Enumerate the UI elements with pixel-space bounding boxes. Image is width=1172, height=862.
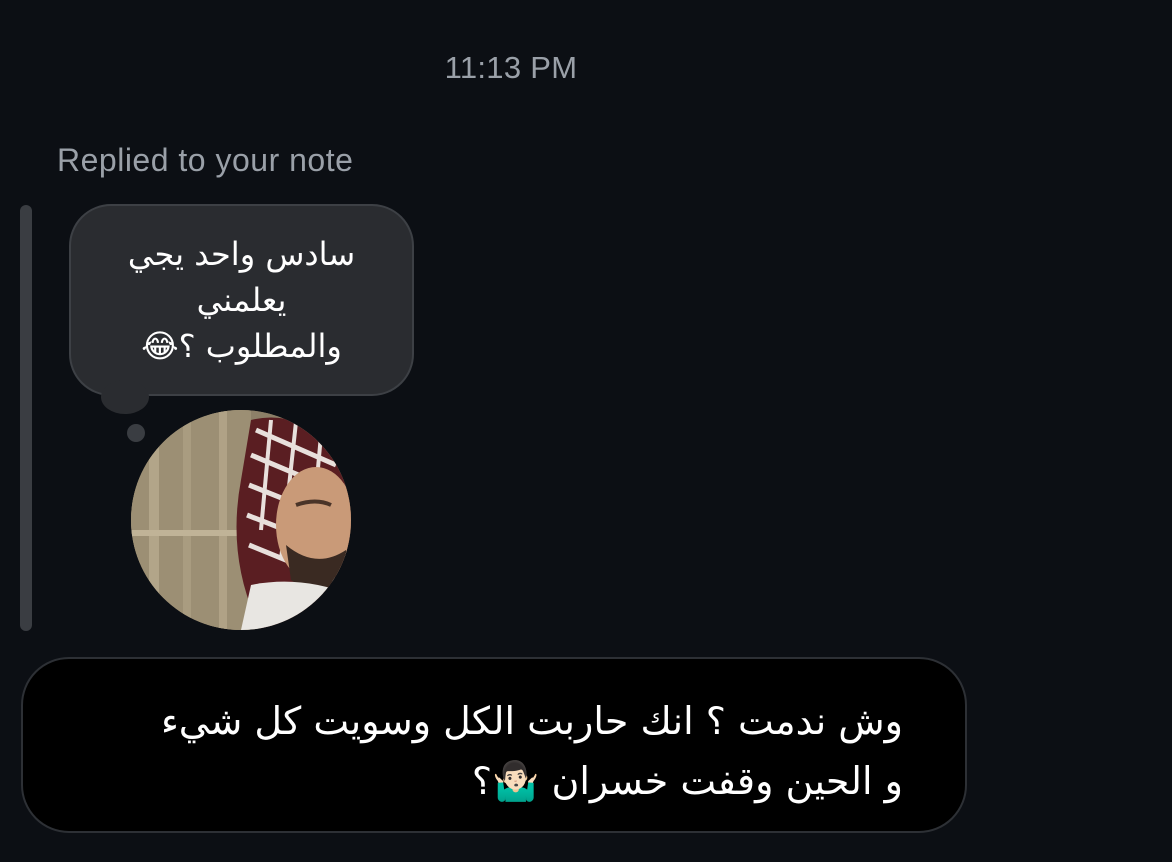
thought-bubble-tail-large	[101, 380, 149, 414]
thought-bubble-tail-small	[127, 424, 145, 442]
message-line: وش ندمت ؟ انك حاربت الكل وسويت كل شيء	[160, 699, 903, 743]
note-line: والمطلوب ؟😂	[141, 327, 342, 365]
reply-quote-bar	[20, 205, 32, 631]
note-bubble[interactable]: سادس واحد يجي يعلمني والمطلوب ؟😂	[69, 204, 414, 396]
message-bubble[interactable]: وش ندمت ؟ انك حاربت الكل وسويت كل شيء و …	[21, 657, 967, 833]
reply-context-label: Replied to your note	[57, 142, 354, 178]
avatar-photo	[131, 410, 351, 630]
note-line: يعلمني	[196, 281, 287, 319]
note-author-avatar[interactable]	[131, 410, 351, 630]
note-line: سادس واحد يجي	[127, 235, 356, 273]
message-line: و الحين وقفت خسران 🤷🏻‍♂️؟	[471, 759, 903, 803]
message-timestamp: 11:13 PM	[444, 50, 578, 85]
